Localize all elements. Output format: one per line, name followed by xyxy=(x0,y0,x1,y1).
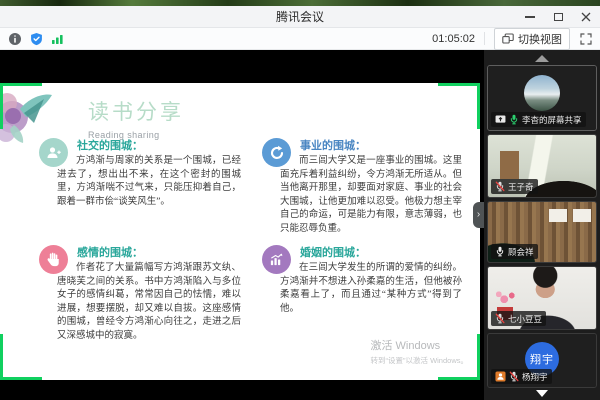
fullscreen-icon xyxy=(580,33,592,45)
section-title: 社交的围城： xyxy=(77,137,253,153)
minimize-button[interactable] xyxy=(524,11,536,23)
tencent-meeting-window: 腾讯会议 01:05:02 切换视图 xyxy=(0,0,600,400)
maximize-icon xyxy=(554,13,563,21)
maximize-button[interactable] xyxy=(552,11,564,23)
participant-tiles: 李杳的屏幕共享 王子奇 顾会祥 xyxy=(487,65,597,388)
close-icon xyxy=(581,12,591,22)
switch-view-icon xyxy=(502,33,514,44)
toolbar-status-icons xyxy=(8,32,65,46)
watermark-line1: 激活 Windows xyxy=(370,337,468,353)
refresh-icon xyxy=(262,138,291,167)
participant-label: 王子奇 xyxy=(491,179,538,194)
main-stage: 读书分享 Reading sharing 社交的围城： 方鸿渐与周家的关系是一个… xyxy=(0,50,600,400)
meeting-toolbar: 01:05:02 切换视图 xyxy=(0,28,600,50)
mic-on-icon xyxy=(509,114,519,125)
participants-sidebar: › 李杳的屏幕共享 xyxy=(484,50,600,400)
screen-share-icon xyxy=(495,115,506,124)
participant-label: 顾会祥 xyxy=(491,244,538,259)
avatar xyxy=(524,75,560,111)
switch-view-button[interactable]: 切换视图 xyxy=(494,28,570,50)
security-shield-icon[interactable] xyxy=(30,32,43,46)
participant-tile[interactable]: 七小豆豆 xyxy=(487,266,597,330)
participant-name: 顾会祥 xyxy=(508,246,534,258)
mic-on-icon xyxy=(495,246,505,257)
title-bar: 腾讯会议 xyxy=(0,6,600,28)
close-button[interactable] xyxy=(580,11,592,23)
chevron-right-icon: › xyxy=(477,210,480,220)
meeting-timer: 01:05:02 xyxy=(432,33,475,45)
flower-decoration xyxy=(0,83,56,145)
scroll-up-arrow[interactable] xyxy=(535,55,549,62)
activate-windows-watermark: 激活 Windows 转到“设置”以激活 Windows。 xyxy=(370,337,468,366)
section-marriage: 婚姻的围城： 在三闾大学发生的所谓的爱情的纠纷。方鸿渐并不想进入孙柔嘉的生活，但… xyxy=(255,244,474,343)
hand-icon xyxy=(39,245,68,274)
sidebar-collapse-handle[interactable]: › xyxy=(473,202,484,228)
section-career: 事业的围城： 而三闾大学又是一座事业的围城。这里面充斥着利益纠纷，令方鸿渐无所适… xyxy=(255,137,474,236)
mic-muted-icon xyxy=(495,181,505,192)
network-signal-icon[interactable] xyxy=(51,33,65,45)
section-body: 作者花了大量篇幅写方鸿渐跟苏文纨、唐晓芙之间的关系。书中方鸿渐陷入与多位女子的感… xyxy=(57,262,241,343)
window-controls xyxy=(524,6,592,28)
bar-chart-icon xyxy=(262,245,291,274)
scroll-down-arrow[interactable] xyxy=(536,390,548,397)
slide-title: 读书分享 xyxy=(88,96,184,126)
section-title: 婚姻的围城： xyxy=(300,244,474,260)
minimize-icon xyxy=(525,16,535,17)
participant-name: 七小豆豆 xyxy=(508,313,542,325)
participant-tile[interactable]: 王子奇 xyxy=(487,134,597,198)
person-add-icon xyxy=(39,138,68,167)
section-love: 感情的围城： 作者花了大量篇幅写方鸿渐跟苏文纨、唐晓芙之间的关系。书中方鸿渐陷入… xyxy=(32,244,253,343)
section-body: 而三闾大学又是一座事业的围城。这里面充斥着利益纠纷，令方鸿渐无所适从。但当他离开… xyxy=(280,155,462,236)
participant-tile-screenshare[interactable]: 李杳的屏幕共享 xyxy=(487,65,597,131)
section-title: 事业的围城： xyxy=(300,137,474,153)
slide-sections: 社交的围城： 方鸿渐与周家的关系是一个围城，已经进去了，想出出不来，在这个密封的… xyxy=(32,137,476,343)
host-person-icon xyxy=(495,371,506,382)
participant-tile[interactable]: 翔宇 杨翔宇 xyxy=(487,333,597,388)
mic-muted-icon xyxy=(509,371,519,382)
section-body: 方鸿渐与周家的关系是一个围城，已经进去了，想出出不来，在这个密封的围城里，方鸿渐… xyxy=(57,155,241,209)
toolbar-divider xyxy=(484,32,485,45)
participant-label: 李杳的屏幕共享 xyxy=(491,112,586,127)
switch-view-label: 切换视图 xyxy=(518,31,562,47)
participant-label: 杨翔宇 xyxy=(491,369,552,384)
participant-name: 王子奇 xyxy=(508,181,534,193)
participant-label: 七小豆豆 xyxy=(491,311,546,326)
participant-name: 李杳的屏幕共享 xyxy=(522,114,582,126)
watermark-line2: 转到“设置”以激活 Windows。 xyxy=(370,355,468,366)
section-body: 在三闾大学发生的所谓的爱情的纠纷。方鸿渐并不想进入孙柔嘉的生活，但他被孙柔嘉看上… xyxy=(280,262,462,316)
participant-tile[interactable]: 顾会祥 xyxy=(487,201,597,263)
section-social: 社交的围城： 方鸿渐与周家的关系是一个围城，已经进去了，想出出不来，在这个密封的… xyxy=(32,137,253,236)
shared-screen-slide: 读书分享 Reading sharing 社交的围城： 方鸿渐与周家的关系是一个… xyxy=(0,83,480,380)
meeting-info-icon[interactable] xyxy=(8,32,22,46)
mic-muted-icon xyxy=(495,313,505,324)
section-title: 感情的围城： xyxy=(77,244,253,260)
fullscreen-button[interactable] xyxy=(580,33,592,45)
window-title: 腾讯会议 xyxy=(0,6,600,28)
slide-title-block: 读书分享 Reading sharing xyxy=(88,96,184,140)
participant-name: 杨翔宇 xyxy=(522,371,548,383)
